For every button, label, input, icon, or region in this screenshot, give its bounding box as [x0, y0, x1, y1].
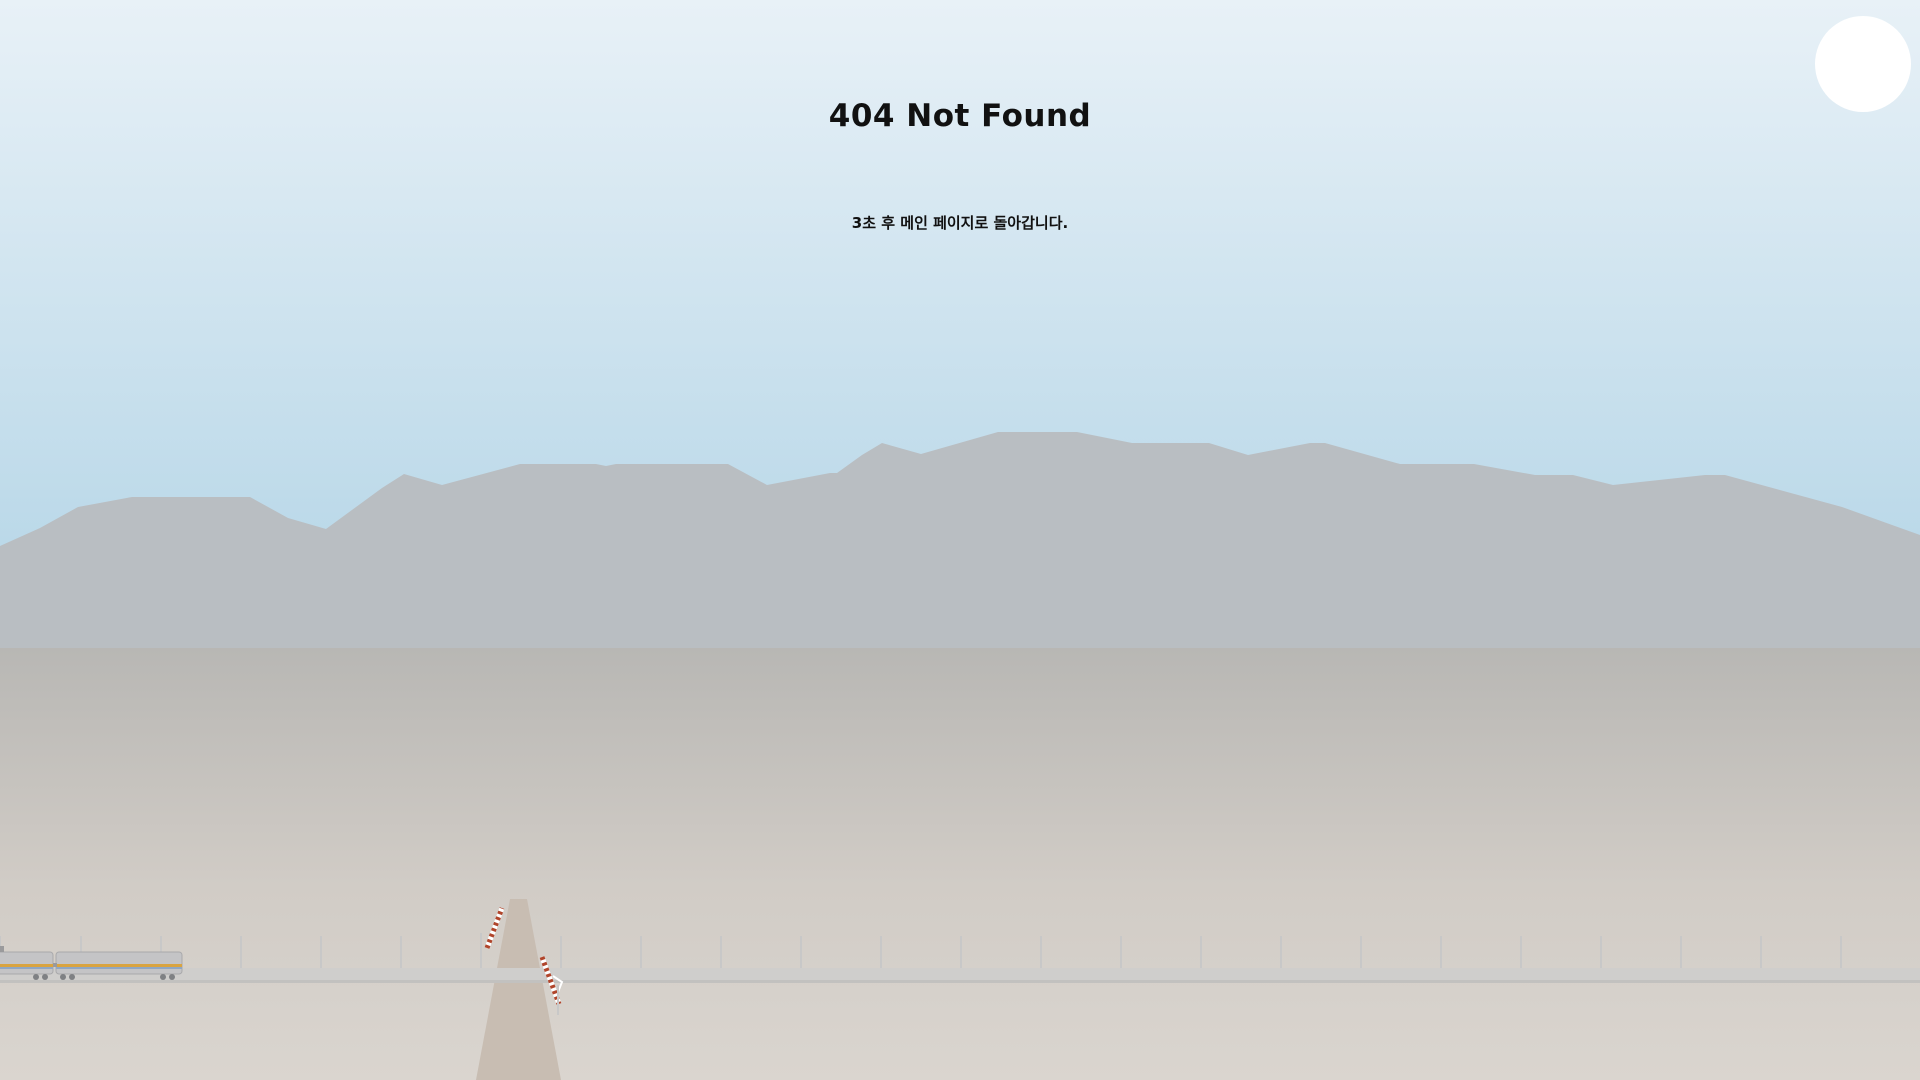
redirect-message: 3초 후 메인 페이지로 돌아갑니다.	[851, 214, 1069, 232]
railway-track	[0, 968, 1920, 982]
ground	[0, 648, 1920, 1080]
mountain-range	[0, 432, 1920, 650]
error-scene: 404 Not Found 3초 후 메인 페이지로 돌아갑니다.	[0, 0, 1920, 1080]
landscape	[0, 432, 1920, 1080]
page-title: 404 Not Found	[828, 98, 1092, 134]
railway-track-edge	[0, 980, 1920, 983]
